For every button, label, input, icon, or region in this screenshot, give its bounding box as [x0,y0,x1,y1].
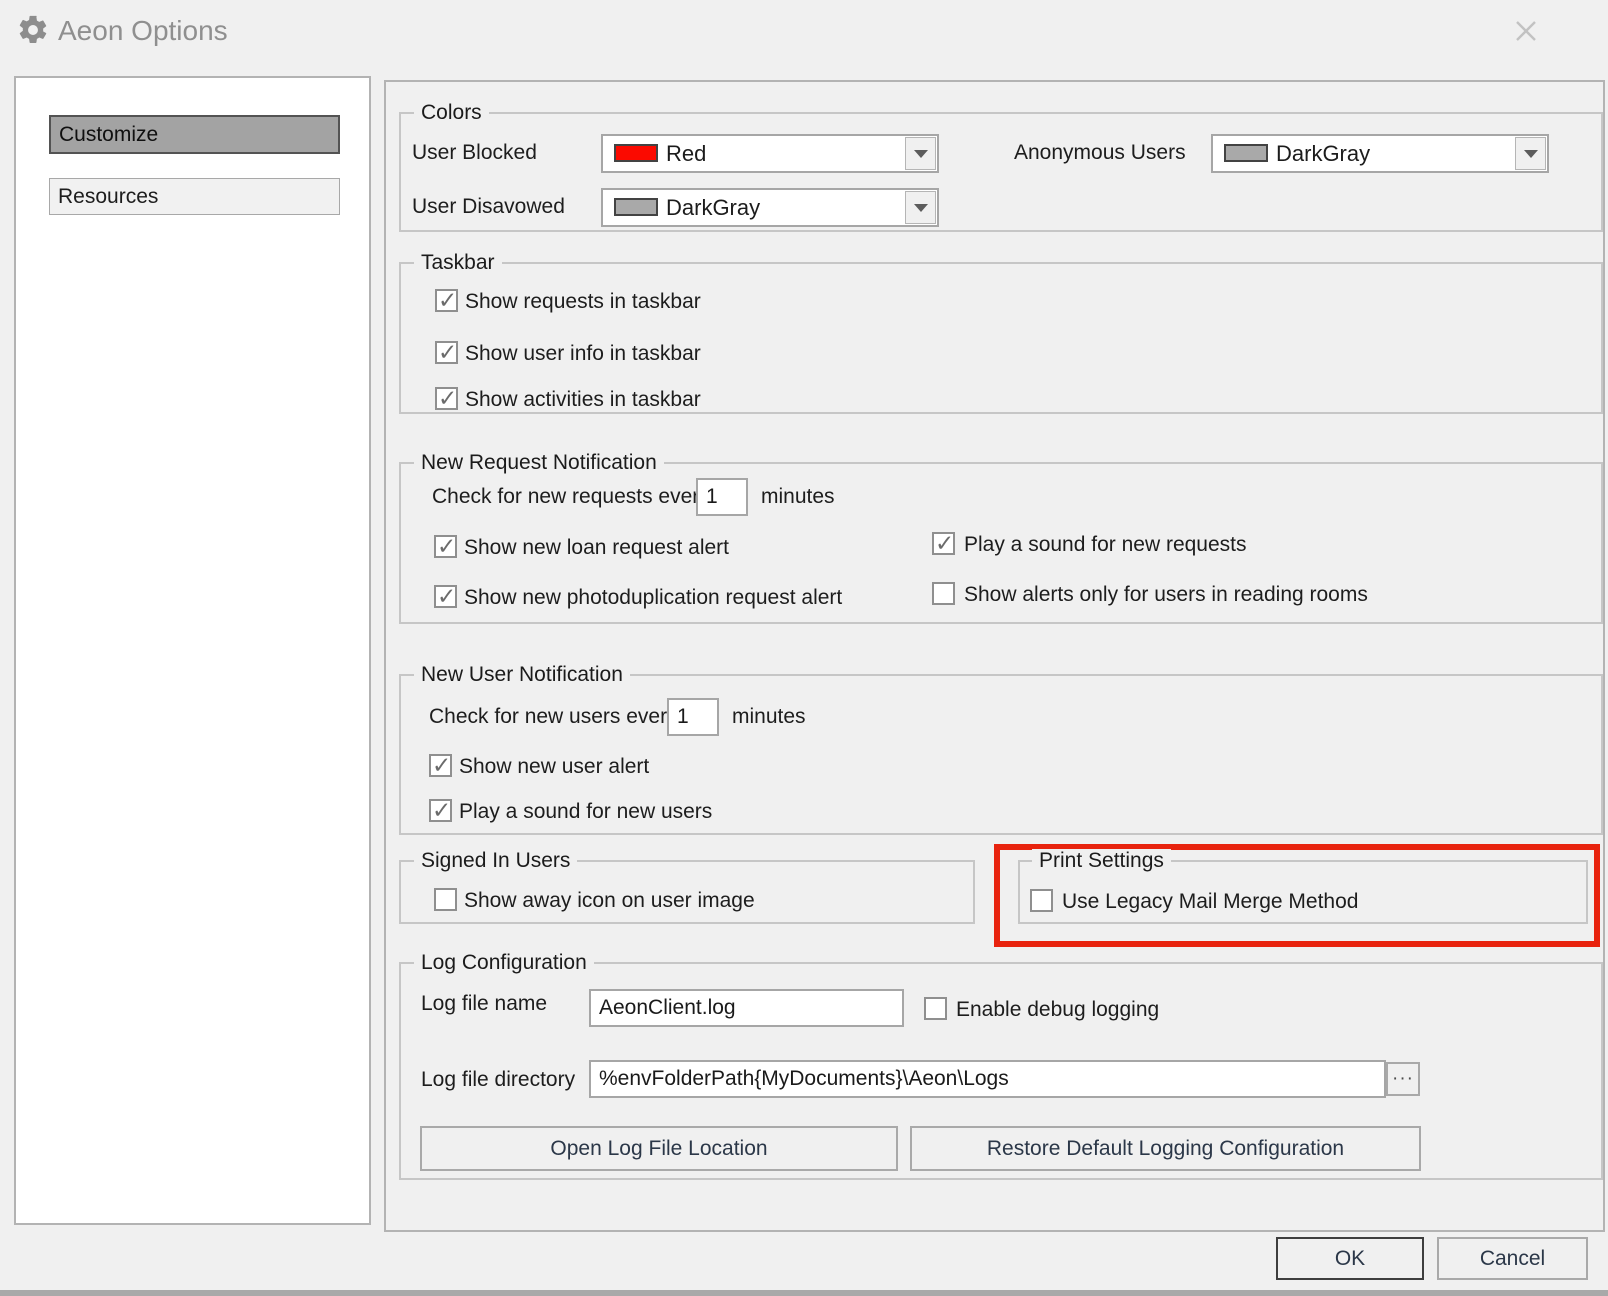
user-disavowed-label: User Disavowed [412,196,565,218]
checkbox-play-sound-new-users[interactable]: ✓ [429,799,452,822]
cancel-button[interactable]: Cancel [1437,1237,1588,1280]
show-away-icon-label[interactable]: Show away icon on user image [464,889,755,912]
log-file-directory-label: Log file directory [421,1069,575,1091]
new-request-interval-input[interactable] [696,478,748,516]
log-file-name-input[interactable] [589,989,904,1027]
checkbox-show-activities-in-taskbar[interactable]: ✓ [435,387,458,410]
checkmark-icon: ✓ [437,587,455,605]
anonymous-users-color-value: DarkGray [1276,141,1370,167]
group-print-settings: Print Settings ✓ Use Legacy Mail Merge M… [1018,860,1588,924]
check-new-users-label: Check for new users every [429,706,678,728]
group-signed-in-users-title: Signed In Users [414,849,577,873]
gear-icon [16,13,50,47]
check-new-requests-label: Check for new requests every [432,486,710,508]
group-new-request-title: New Request Notification [414,451,664,475]
checkbox-alerts-only-reading-rooms[interactable]: ✓ [932,582,955,605]
red-color-swatch [614,144,658,162]
checkmark-icon: ✓ [935,534,953,552]
chevron-down-icon [914,204,928,212]
show-new-user-alert-label[interactable]: Show new user alert [459,755,649,778]
checkbox-play-sound-new-requests[interactable]: ✓ [932,532,955,555]
checkbox-show-new-photoduplication-alert[interactable]: ✓ [434,585,457,608]
anonymous-users-dropdown-button[interactable] [1515,137,1546,170]
ok-button[interactable]: OK [1276,1237,1424,1280]
darkgray-color-swatch [1224,144,1268,162]
close-button[interactable] [1503,10,1549,52]
play-sound-new-users-label[interactable]: Play a sound for new users [459,800,712,823]
user-disavowed-color-select[interactable]: DarkGray [601,188,939,227]
browse-directory-button[interactable]: ··· [1386,1062,1420,1096]
checkbox-show-user-info-in-taskbar[interactable]: ✓ [435,341,458,364]
checkbox-show-away-icon[interactable]: ✓ [434,888,457,911]
user-blocked-label: User Blocked [412,142,537,164]
checkbox-enable-debug-logging[interactable]: ✓ [924,997,947,1020]
user-blocked-color-value: Red [666,141,706,167]
show-activities-in-taskbar-label[interactable]: Show activities in taskbar [465,388,701,411]
enable-debug-logging-label[interactable]: Enable debug logging [956,998,1159,1021]
minutes-label: minutes [761,486,835,508]
group-taskbar: Taskbar ✓ Show requests in taskbar ✓ Sho… [399,262,1603,414]
group-new-user-notification: New User Notification Check for new user… [399,674,1603,835]
open-log-file-location-button[interactable]: Open Log File Location [420,1126,898,1171]
close-icon [1512,17,1540,45]
user-disavowed-dropdown-button[interactable] [905,191,936,224]
checkmark-icon: ✓ [432,756,450,774]
darkgray-color-swatch [614,198,658,216]
group-new-user-title: New User Notification [414,663,630,687]
user-blocked-dropdown-button[interactable] [905,137,936,170]
anonymous-users-color-select[interactable]: DarkGray [1211,134,1549,173]
main-panel: Colors User Blocked Red Anonymous Users … [384,80,1605,1232]
group-log-configuration-title: Log Configuration [414,951,594,975]
show-requests-in-taskbar-label[interactable]: Show requests in taskbar [465,290,701,313]
checkbox-show-new-user-alert[interactable]: ✓ [429,754,452,777]
aeon-options-dialog: Aeon Options Customize Resources Colors … [0,0,1608,1296]
checkbox-show-requests-in-taskbar[interactable]: ✓ [435,289,458,312]
window-bottom-edge [0,1290,1608,1296]
chevron-down-icon [1524,150,1538,158]
alerts-only-reading-rooms-label[interactable]: Show alerts only for users in reading ro… [964,583,1368,606]
group-signed-in-users: Signed In Users ✓ Show away icon on user… [399,860,975,924]
show-user-info-in-taskbar-label[interactable]: Show user info in taskbar [465,342,701,365]
window-title: Aeon Options [58,15,228,47]
show-new-loan-request-alert-label[interactable]: Show new loan request alert [464,536,729,559]
chevron-down-icon [914,150,928,158]
group-colors-title: Colors [414,101,489,125]
group-log-configuration: Log Configuration Log file name ✓ Enable… [399,962,1603,1180]
checkmark-icon: ✓ [438,291,456,309]
restore-default-logging-button[interactable]: Restore Default Logging Configuration [910,1126,1421,1171]
group-print-settings-title: Print Settings [1032,849,1171,873]
checkmark-icon: ✓ [438,389,456,407]
new-user-interval-input[interactable] [667,698,719,736]
checkbox-use-legacy-mail-merge[interactable]: ✓ [1030,889,1053,912]
use-legacy-mail-merge-label[interactable]: Use Legacy Mail Merge Method [1062,890,1358,913]
anonymous-users-label: Anonymous Users [1014,142,1186,164]
group-new-request-notification: New Request Notification Check for new r… [399,462,1603,624]
user-blocked-color-select[interactable]: Red [601,134,939,173]
sidebar: Customize Resources [14,76,371,1225]
minutes-label: minutes [732,706,806,728]
sidebar-item-customize[interactable]: Customize [49,115,340,154]
show-new-photoduplication-alert-label[interactable]: Show new photoduplication request alert [464,586,842,609]
user-disavowed-color-value: DarkGray [666,195,760,221]
checkbox-show-new-loan-request-alert[interactable]: ✓ [434,535,457,558]
titlebar: Aeon Options [0,0,1608,62]
checkmark-icon: ✓ [437,537,455,555]
log-file-name-label: Log file name [421,993,547,1015]
play-sound-new-requests-label[interactable]: Play a sound for new requests [964,533,1247,556]
checkmark-icon: ✓ [432,801,450,819]
sidebar-item-resources[interactable]: Resources [49,178,340,215]
checkmark-icon: ✓ [438,343,456,361]
log-file-directory-input[interactable] [589,1060,1386,1098]
group-taskbar-title: Taskbar [414,251,502,275]
group-colors: Colors User Blocked Red Anonymous Users … [399,112,1603,232]
